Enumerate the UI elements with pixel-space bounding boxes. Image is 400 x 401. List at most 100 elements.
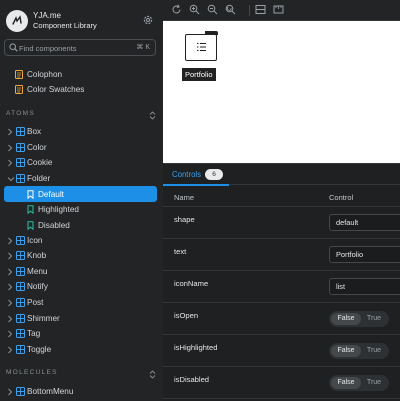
toggle-false-option[interactable]: False — [331, 313, 361, 325]
control-row-iconname: iconName — [163, 271, 400, 303]
sidebar-item-shimmer[interactable]: Shimmer — [0, 311, 163, 326]
background-grid-icon[interactable] — [255, 4, 268, 17]
section-molecules[interactable]: MOLECULES — [6, 369, 156, 381]
search-input[interactable] — [19, 42, 129, 54]
folder-component-preview[interactable] — [185, 31, 218, 61]
controls-table-header: Name Control — [163, 185, 400, 207]
zoom-in-icon[interactable] — [189, 4, 202, 17]
control-name: text — [174, 247, 187, 256]
sidebar-item-icon[interactable]: Icon — [0, 233, 163, 248]
component-icon — [16, 282, 25, 291]
sidebar-item-folder[interactable]: Folder — [0, 171, 163, 186]
component-icon — [16, 158, 25, 167]
tree-item-label: Notify — [27, 282, 48, 291]
doc-colophon[interactable]: Colophon — [0, 67, 163, 82]
component-icon — [16, 345, 25, 354]
isopen-boolean-toggle[interactable]: False True — [329, 311, 389, 327]
search-box[interactable]: ⌘ K — [4, 39, 156, 56]
tree-item-label: Box — [27, 127, 42, 136]
isdisabled-boolean-toggle[interactable]: False True — [329, 375, 389, 391]
story-bookmark-icon — [27, 221, 36, 231]
component-icon — [16, 251, 25, 260]
sidebar: YJA.me Component Library ⌘ K Colophon Co… — [0, 0, 163, 401]
chevron-right-icon[interactable] — [7, 159, 13, 167]
tree-item-label: Tag — [27, 329, 41, 338]
control-row-text: text — [163, 239, 400, 271]
tree-item-label: Disabled — [38, 221, 70, 230]
sidebar-item-cookie[interactable]: Cookie — [0, 155, 163, 170]
chevron-right-icon[interactable] — [7, 252, 13, 260]
settings-gear-icon[interactable] — [142, 14, 154, 26]
list-icon — [197, 42, 206, 52]
control-name: isHighlighted — [174, 343, 218, 352]
chevron-down-icon[interactable] — [7, 175, 15, 183]
chevron-right-icon[interactable] — [7, 128, 13, 136]
toggle-true-option[interactable]: True — [363, 377, 385, 389]
control-name: shape — [174, 215, 195, 224]
control-row-isopen: isOpen False True — [163, 303, 400, 335]
chevron-right-icon[interactable] — [7, 283, 13, 291]
toggle-true-option[interactable]: True — [363, 345, 385, 357]
ishighlighted-boolean-toggle[interactable]: False True — [329, 343, 389, 359]
preview-canvas: Portfolio — [163, 21, 400, 163]
text-input[interactable] — [329, 246, 400, 263]
column-header-control: Control — [329, 193, 354, 202]
chevron-right-icon[interactable] — [7, 388, 13, 396]
brand[interactable]: YJA.me Component Library — [6, 10, 156, 32]
tab-controls[interactable]: Controls 6 — [163, 164, 223, 186]
component-icon — [16, 174, 25, 183]
zoom-out-icon[interactable] — [207, 4, 220, 17]
search-icon — [9, 43, 18, 54]
toggle-false-option[interactable]: False — [331, 377, 361, 389]
story-bookmark-icon — [27, 190, 36, 200]
sidebar-item-notify[interactable]: Notify — [0, 279, 163, 294]
control-name: isOpen — [174, 311, 199, 320]
tree-item-label: Color — [27, 143, 47, 152]
tree-item-label: Toggle — [27, 345, 52, 354]
control-name: iconName — [174, 279, 209, 288]
doc-label: Color Swatches — [27, 85, 85, 94]
chevron-right-icon[interactable] — [7, 330, 13, 338]
control-name: isDisabled — [174, 375, 210, 384]
section-title: MOLECULES — [6, 369, 58, 376]
expand-collapse-icon[interactable] — [149, 111, 156, 122]
sidebar-item-bottommenu[interactable]: BottomMenu — [0, 384, 163, 399]
sidebar-story-disabled[interactable]: Disabled — [0, 218, 163, 233]
chevron-right-icon[interactable] — [7, 346, 13, 354]
brand-subtitle: Component Library — [33, 21, 97, 30]
sidebar-item-box[interactable]: Box — [0, 124, 163, 139]
reload-icon[interactable] — [171, 4, 184, 17]
iconname-input[interactable] — [329, 278, 400, 295]
section-atoms[interactable]: ATOMS — [6, 110, 156, 122]
sidebar-story-highlighted[interactable]: Highlighted — [0, 202, 163, 217]
shape-input[interactable] — [329, 214, 400, 231]
sidebar-item-toggle[interactable]: Toggle — [0, 342, 163, 357]
sidebar-item-tag[interactable]: Tag — [0, 326, 163, 341]
sidebar-item-post[interactable]: Post — [0, 295, 163, 310]
component-icon — [16, 387, 25, 396]
doc-color-swatches[interactable]: Color Swatches — [0, 82, 163, 97]
component-icon — [16, 329, 25, 338]
brand-title: YJA.me — [33, 11, 62, 20]
component-icon — [16, 143, 25, 152]
tree-item-label: Knob — [27, 251, 47, 260]
sidebar-item-knob[interactable]: Knob — [0, 248, 163, 263]
main-panel: Portfolio Controls 6 Name Control shape t… — [163, 0, 400, 401]
component-icon — [16, 298, 25, 307]
sidebar-story-default[interactable]: Default — [0, 187, 163, 202]
chevron-right-icon[interactable] — [7, 299, 13, 307]
toggle-true-option[interactable]: True — [363, 313, 385, 325]
chevron-right-icon[interactable] — [7, 144, 13, 152]
sidebar-item-menu[interactable]: Menu — [0, 264, 163, 279]
chevron-right-icon[interactable] — [7, 237, 13, 245]
zoom-reset-icon[interactable] — [225, 4, 238, 17]
sidebar-item-color[interactable]: Color — [0, 140, 163, 155]
document-icon — [15, 70, 24, 79]
toggle-false-option[interactable]: False — [331, 345, 361, 357]
tree-item-label: Cookie — [27, 158, 53, 167]
chevron-right-icon[interactable] — [7, 268, 13, 276]
chevron-right-icon[interactable] — [7, 315, 13, 323]
expand-collapse-icon[interactable] — [149, 370, 156, 381]
column-header-name: Name — [174, 193, 195, 202]
measure-icon[interactable] — [273, 4, 286, 17]
